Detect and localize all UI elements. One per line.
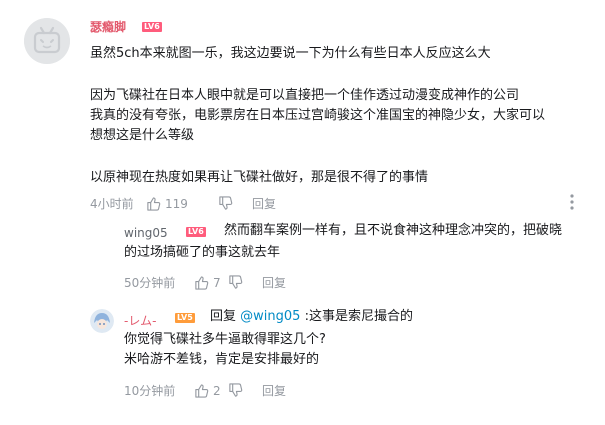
- reply-prefix: 回复: [210, 309, 237, 324]
- reply-username[interactable]: wing05: [124, 226, 168, 240]
- dislike-button[interactable]: [218, 196, 233, 211]
- avatar[interactable]: [24, 18, 70, 64]
- thumb-down-icon: [228, 275, 243, 290]
- reply-avatar[interactable]: [90, 309, 114, 333]
- like-count: 7: [213, 275, 221, 290]
- default-avatar-icon: [90, 224, 114, 248]
- comment-text-line: 我真的没有夸张，电影票房在日本压过宫崎骏这个准国宝的神隐少女，大家可以: [90, 108, 546, 123]
- level-badge: LV5: [175, 313, 195, 323]
- more-dots-icon: [570, 194, 574, 210]
- comment-time: 4小时前: [90, 197, 134, 211]
- reply-text: :这事是索尼撮合的: [304, 309, 413, 324]
- like-button[interactable]: 119: [146, 196, 188, 211]
- reply-text-line: 你觉得飞碟社多牛逼敢得罪这几个?: [124, 332, 326, 347]
- comment-username[interactable]: 瑟瘾脚: [90, 20, 126, 34]
- comment-text-line: 想想这是什么等级: [90, 128, 195, 143]
- comment-text-line: 虽然5ch本来就图一乐，我这边要说一下为什么有些日本人反应这么大: [90, 46, 491, 61]
- like-button[interactable]: 7: [194, 275, 221, 290]
- comment-text-line: 因为飞碟社在日本人眼中就是可以直接把一个佳作透过动漫变成神作的公司: [90, 88, 520, 103]
- reply-time: 10分钟前: [124, 384, 176, 398]
- reply-button[interactable]: 回复: [262, 384, 286, 398]
- dislike-button[interactable]: [228, 383, 243, 398]
- like-button[interactable]: 2: [194, 383, 221, 398]
- reply-button[interactable]: 回复: [252, 197, 276, 211]
- level-badge: LV6: [186, 227, 206, 237]
- bilibili-tv-avatar-icon: [24, 18, 70, 64]
- level-badge: LV6: [142, 22, 162, 32]
- comment-text-line: 以原神现在热度如果再让飞碟社做好，那是很不得了的事情: [90, 170, 429, 185]
- reply-username[interactable]: -レム-: [124, 312, 156, 329]
- thumb-down-icon: [218, 196, 233, 211]
- dislike-button[interactable]: [228, 275, 243, 290]
- thumb-down-icon: [228, 383, 243, 398]
- reply-text-line: 米哈游不差钱，肯定是安排最好的: [124, 352, 320, 367]
- reply-button[interactable]: 回复: [262, 276, 286, 290]
- like-count: 119: [165, 196, 188, 211]
- more-button[interactable]: [570, 194, 574, 214]
- thumb-up-icon: [194, 383, 209, 398]
- reply-avatar[interactable]: [90, 224, 114, 248]
- reply-text-line: 然而翻车案例一样有，且不说食神这种理念冲突的，把破晓: [224, 223, 563, 238]
- mention-link[interactable]: @wing05: [240, 309, 300, 324]
- anime-avatar-icon: [90, 309, 114, 333]
- reply-text-line: 的过场搞砸了的事这就去年: [124, 245, 281, 260]
- thumb-up-icon: [146, 196, 161, 211]
- reply-text-line: 回复 @wing05 :这事是索尼撮合的: [210, 307, 413, 327]
- reply-time: 50分钟前: [124, 276, 176, 290]
- thumb-up-icon: [194, 275, 209, 290]
- like-count: 2: [213, 383, 221, 398]
